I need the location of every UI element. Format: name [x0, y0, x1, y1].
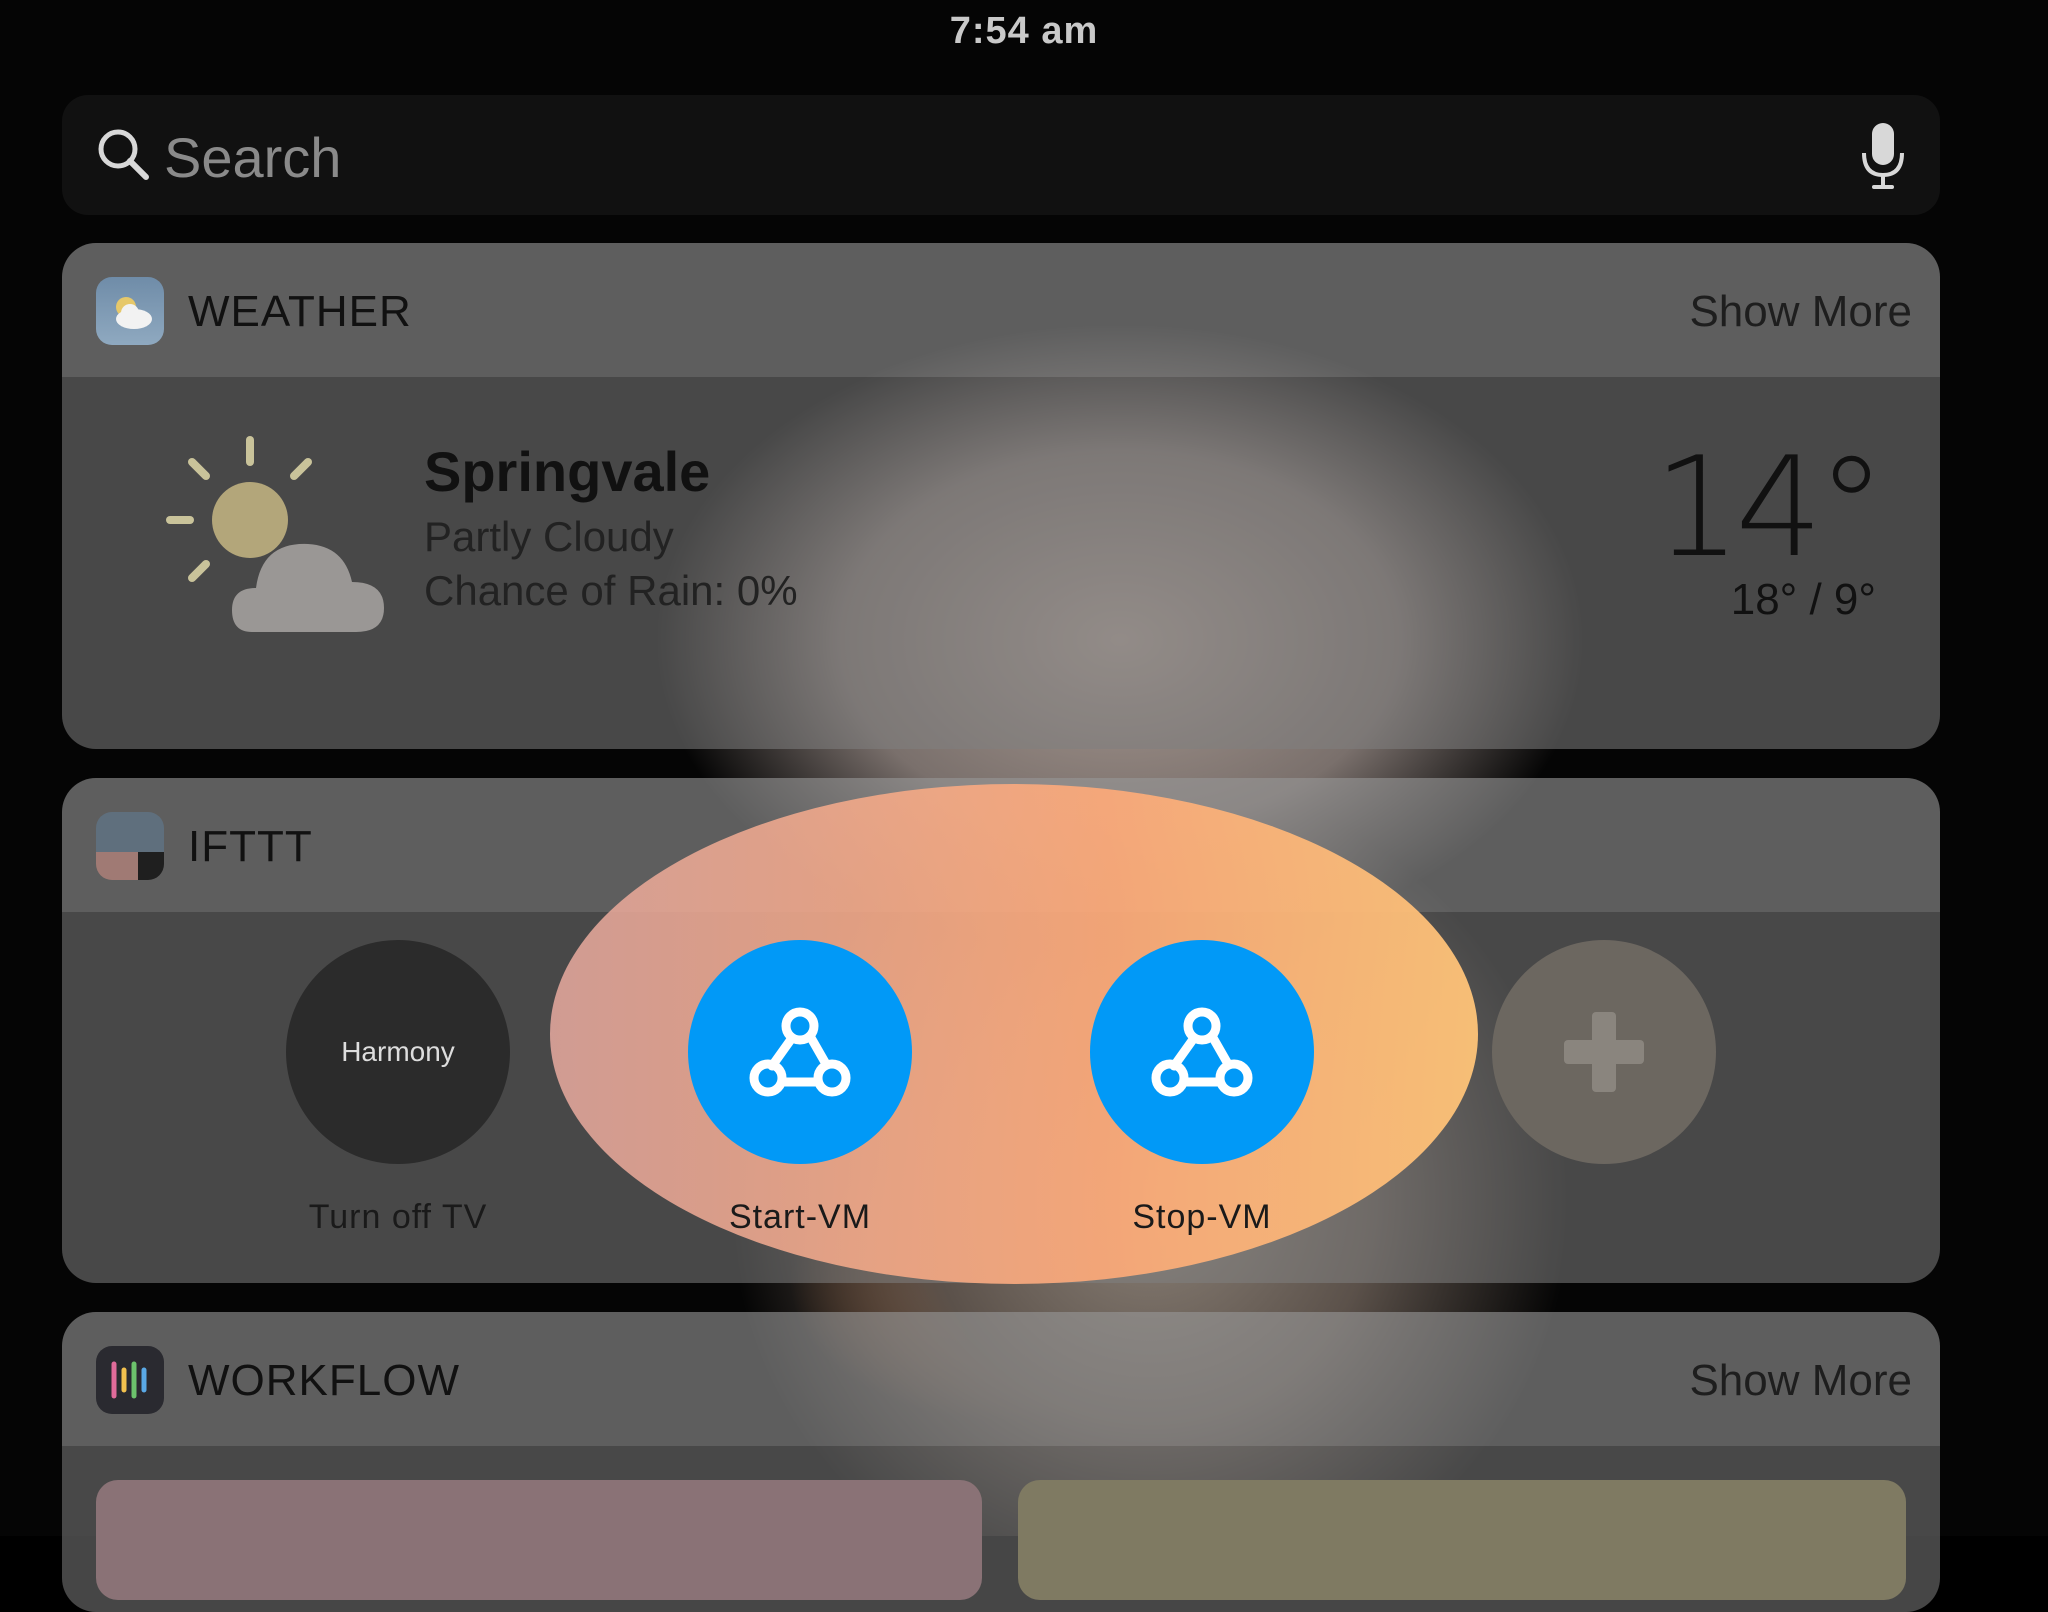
weather-app-icon	[96, 277, 164, 345]
ifttt-app-name: IFTTT	[188, 822, 313, 871]
status-time: 7:54 am	[949, 10, 1099, 52]
weather-chance-of-rain: Chance of Rain: 0%	[424, 567, 798, 614]
applet-label-stop-vm: Stop-VM	[1132, 1198, 1272, 1236]
workflow-app-icon	[96, 1346, 164, 1414]
webhooks-icon	[749, 1007, 851, 1097]
applet-start-vm[interactable]	[688, 940, 912, 1164]
search-bar[interactable]: Search	[62, 95, 1940, 215]
applet-label-turn-off-tv: Turn off TV	[308, 1198, 488, 1236]
weather-show-more-button[interactable]: Show More	[1689, 287, 1912, 337]
weather-body: Springvale Partly Cloudy Chance of Rain:…	[62, 377, 1940, 749]
harmony-icon: Harmony	[341, 1036, 455, 1067]
weather-city: Springvale	[424, 440, 711, 503]
applet-turn-off-tv[interactable]: Harmony	[286, 940, 510, 1164]
workflow-header: WORKFLOW Show More	[62, 1312, 1940, 1446]
weather-condition: Partly Cloudy	[424, 513, 674, 560]
microphone-icon[interactable]	[1860, 121, 1906, 191]
applet-stop-vm[interactable]	[1090, 940, 1314, 1164]
weather-temperature: 14°	[1653, 427, 1886, 588]
weather-app-name: WEATHER	[188, 287, 412, 336]
weather-high-low: 18° / 9°	[1730, 575, 1876, 624]
add-applet-button[interactable]	[1492, 940, 1716, 1164]
add-icon	[1564, 1012, 1644, 1092]
webhooks-icon	[1151, 1007, 1253, 1097]
workflow-tile[interactable]	[1018, 1480, 1906, 1600]
workflow-app-name: WORKFLOW	[188, 1356, 460, 1405]
workflow-show-more-button[interactable]: Show More	[1689, 1356, 1912, 1406]
search-placeholder: Search	[164, 126, 342, 189]
search-icon	[98, 129, 149, 180]
workflow-tile[interactable]	[96, 1480, 982, 1600]
ifttt-app-icon	[96, 812, 164, 880]
wallpaper	[0, 0, 2048, 1536]
weather-header: WEATHER Show More	[62, 243, 1940, 377]
partly-cloudy-icon	[166, 436, 384, 632]
weather-widget[interactable]: WEATHER Show More Springvale Partly Clou…	[62, 243, 1940, 749]
applet-label-start-vm: Start-VM	[728, 1198, 872, 1236]
